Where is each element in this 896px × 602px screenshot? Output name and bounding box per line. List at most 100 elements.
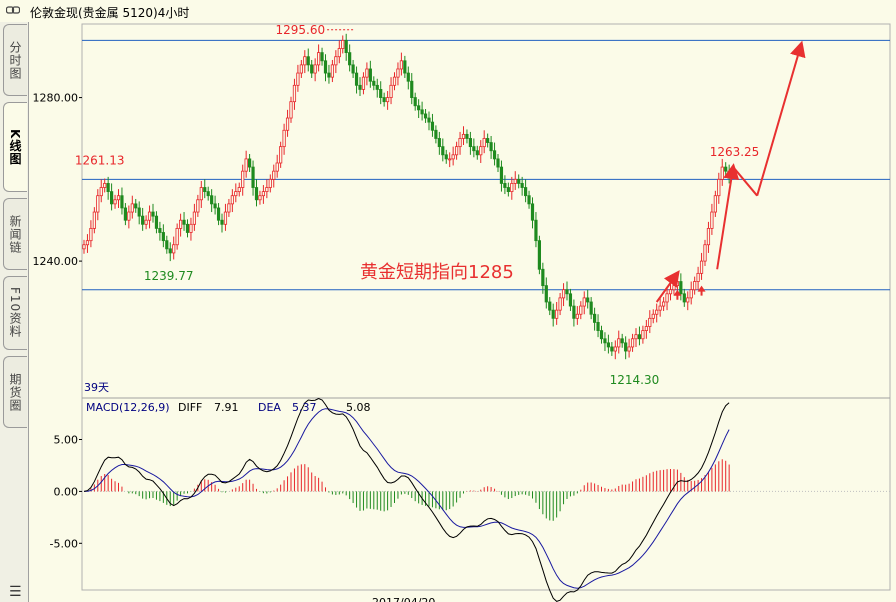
macd-dea-value: 5.37 [292, 401, 317, 414]
candle-body [551, 309, 555, 319]
candle-body [110, 191, 114, 205]
candle-body [189, 223, 193, 233]
candle-body [679, 281, 683, 295]
candle-body [382, 97, 386, 103]
candle-body [454, 146, 459, 156]
candle-body [241, 170, 245, 188]
macd-diff-value: 7.91 [214, 401, 239, 414]
candle-body [296, 72, 300, 86]
candle-body [492, 150, 497, 160]
candle-body [696, 272, 700, 282]
macd-label: MACD(12,26,9) [86, 401, 170, 414]
candle-body [244, 158, 248, 172]
candle-body [530, 203, 535, 221]
candle-body [206, 191, 210, 197]
candle-body [423, 113, 428, 119]
candle-body [606, 342, 611, 348]
candle-body [499, 166, 504, 184]
candle-body [572, 305, 576, 319]
candle-body [627, 346, 631, 352]
candle-body [544, 285, 548, 303]
candle-body [344, 39, 348, 54]
candle-body [444, 154, 448, 160]
candle-body [365, 68, 369, 78]
candle-body [534, 219, 538, 242]
candle-body [658, 305, 662, 311]
candle-body [399, 60, 404, 70]
candle-body [144, 219, 148, 225]
candle-body [203, 187, 207, 193]
candle-body [686, 297, 690, 303]
chart-area[interactable]: 1280.00 1240.00 5.00 0.00 -5.00 MACD(12,26,9… [0, 0, 896, 602]
horizontal-lines [82, 39, 890, 291]
candle-body [103, 183, 107, 188]
candle-body [116, 195, 121, 201]
candle-body [561, 289, 566, 299]
candle-body [703, 244, 707, 262]
candle-body [282, 129, 286, 148]
candle-body [593, 313, 597, 323]
candle-body [185, 223, 190, 233]
candle-body [310, 64, 314, 74]
candle-body [589, 301, 593, 315]
date-label: 2017/04/20 [372, 596, 435, 602]
candle-body [82, 244, 86, 250]
candle-body [348, 52, 352, 66]
candle-body [379, 89, 383, 98]
candle-body [699, 260, 704, 274]
candle-body [251, 166, 255, 188]
candle-body [120, 195, 124, 209]
candle-body [644, 326, 648, 331]
candle-body [517, 178, 521, 184]
candle-body [254, 187, 259, 201]
candle-body [510, 183, 514, 193]
candle-body [237, 187, 241, 193]
candle-body [641, 330, 645, 340]
price-label: 1295.60 [275, 23, 325, 37]
candle-body [651, 313, 655, 319]
candle-body [458, 138, 462, 148]
price-label: 1214.30 [610, 373, 660, 387]
candle-body [154, 215, 159, 229]
candle-body [582, 297, 586, 307]
candle-body [227, 203, 231, 213]
candle-body [220, 219, 224, 225]
candle-body [617, 338, 621, 348]
candle-body [706, 227, 711, 246]
chart-frame: 1280.00 1240.00 [33, 23, 891, 591]
candle-body [306, 56, 310, 66]
macd-value: 5.08 [346, 401, 371, 414]
macd-diff-line [83, 397, 730, 602]
macd-panel: 5.00 0.00 -5.00 MACD(12,26,9) DIFF 7.91 DEA 5.3… [50, 397, 890, 602]
candle-body [392, 76, 397, 86]
candle-body [527, 195, 531, 205]
candle-body [468, 138, 473, 148]
candle-body [292, 84, 297, 103]
candle-body [199, 187, 203, 201]
candle-body [496, 158, 500, 168]
price-label: 1239.77 [144, 269, 194, 283]
candle-body [720, 166, 724, 180]
candle-body [158, 227, 162, 233]
candle-body [634, 334, 638, 340]
candle-body [272, 170, 276, 180]
candle-body [575, 313, 579, 319]
candle-body [410, 80, 414, 98]
candle-body [279, 146, 283, 164]
candle-body [172, 244, 176, 254]
candle-body [137, 207, 141, 217]
candle-body [486, 138, 490, 143]
candle-body [313, 64, 317, 74]
candle-body [247, 158, 252, 168]
candle-body [448, 158, 452, 161]
candle-body [555, 309, 559, 319]
candle-body [375, 84, 379, 90]
trend-arrow [756, 40, 806, 196]
candle-body [624, 342, 628, 352]
candle-body [289, 101, 293, 119]
candle-body [727, 170, 731, 176]
price-tick-label: 1280.00 [33, 92, 79, 105]
candle-body [586, 297, 590, 303]
candle-body [662, 301, 666, 307]
candle-body [613, 346, 617, 352]
